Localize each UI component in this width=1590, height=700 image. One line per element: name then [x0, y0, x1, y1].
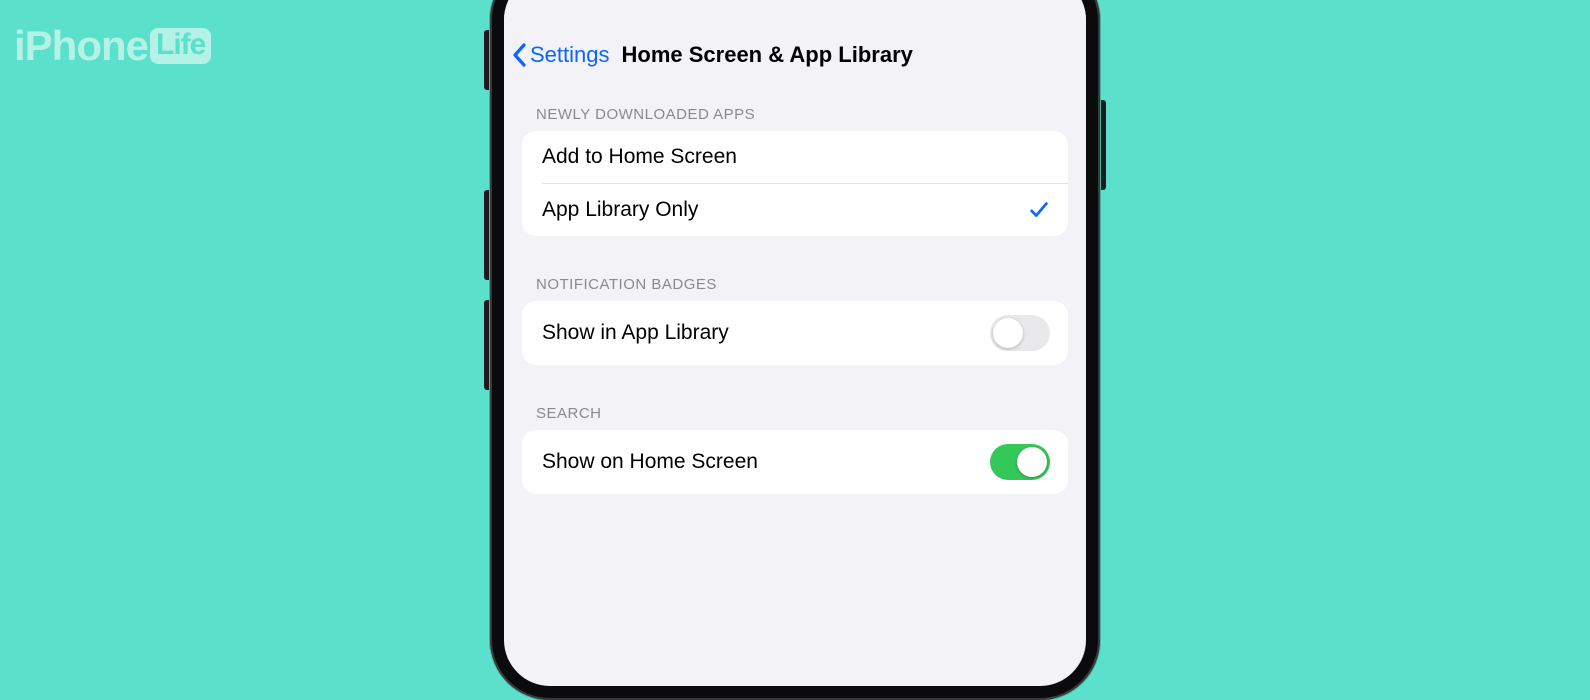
row-show-in-app-library[interactable]: Show in App Library: [522, 301, 1068, 365]
toggle-knob: [993, 318, 1023, 348]
watermark-logo: iPhone Life: [14, 22, 211, 70]
watermark-badge: Life: [150, 28, 211, 64]
section-header-newly-downloaded: NEWLY DOWNLOADED APPS: [522, 84, 1068, 131]
section-header-search: SEARCH: [522, 383, 1068, 430]
option-app-library-only[interactable]: App Library Only: [522, 184, 1068, 236]
back-label: Settings: [530, 42, 610, 68]
nav-bar: Settings Home Screen & App Library: [504, 0, 1086, 84]
row-label: Show on Home Screen: [542, 450, 758, 474]
option-label: App Library Only: [542, 198, 698, 222]
toggle-show-on-home-screen[interactable]: [990, 444, 1050, 480]
back-button[interactable]: Settings: [510, 38, 612, 72]
phone-screen: Settings Home Screen & App Library NEWLY…: [504, 0, 1086, 686]
chevron-left-icon: [512, 43, 528, 67]
group-notification-badges: Show in App Library: [522, 301, 1068, 365]
phone-frame: Settings Home Screen & App Library NEWLY…: [490, 0, 1100, 700]
toggle-knob: [1017, 447, 1047, 477]
option-label: Add to Home Screen: [542, 145, 737, 169]
checkmark-icon: [1028, 199, 1050, 221]
option-add-to-home-screen[interactable]: Add to Home Screen: [522, 131, 1068, 183]
group-newly-downloaded: Add to Home Screen App Library Only: [522, 131, 1068, 236]
watermark-prefix: iPhone: [14, 22, 148, 70]
row-label: Show in App Library: [542, 321, 729, 345]
section-header-notification-badges: NOTIFICATION BADGES: [522, 254, 1068, 301]
toggle-show-in-app-library[interactable]: [990, 315, 1050, 351]
page-title: Home Screen & App Library: [622, 42, 913, 68]
group-search: Show on Home Screen: [522, 430, 1068, 494]
row-show-on-home-screen[interactable]: Show on Home Screen: [522, 430, 1068, 494]
